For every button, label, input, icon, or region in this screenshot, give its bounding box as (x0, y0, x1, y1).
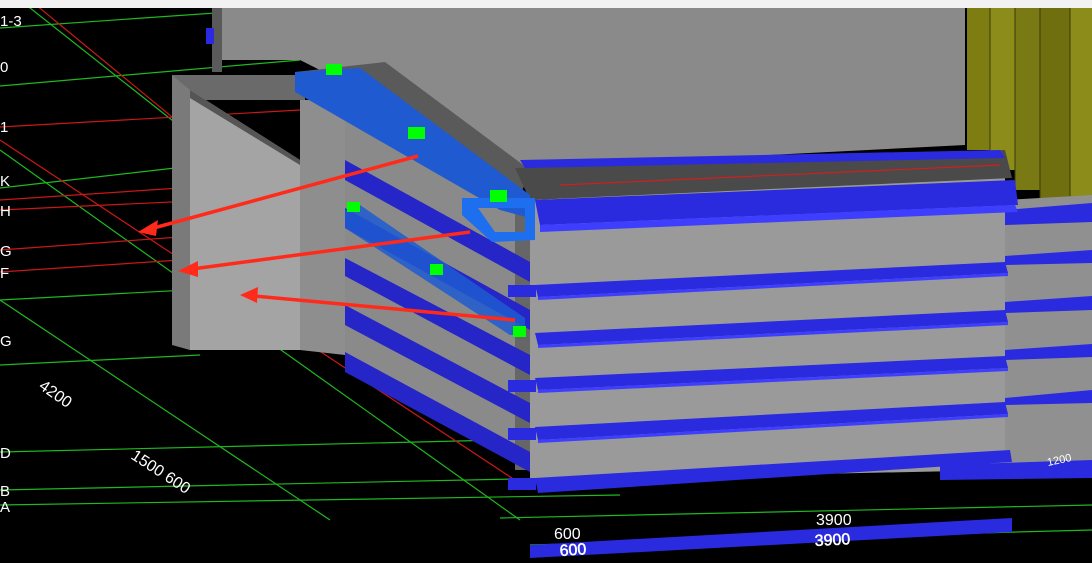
dimension-600-mirror: 600 (559, 541, 587, 558)
wall-stub (206, 28, 214, 44)
axis-label-K: K (0, 173, 10, 190)
axis-label-H: H (0, 203, 11, 220)
dimension-4200: 4200 (36, 377, 75, 411)
axis-label-D: D (0, 445, 11, 462)
axis-label-G2: G (0, 333, 12, 350)
grip-point (430, 264, 443, 275)
viewport-top-border (0, 0, 1092, 8)
axis-label-B: B (0, 483, 10, 500)
grip-point (408, 127, 425, 139)
axis-label-A: A (0, 499, 10, 516)
axis-label-top: 1-3 (0, 13, 22, 30)
grip-point (347, 202, 360, 212)
dimension-600: 600 (554, 526, 581, 543)
grip-point (326, 64, 342, 75)
dimension-3900: 3900 (816, 512, 852, 529)
right-wall-face-far (1005, 195, 1092, 470)
3d-scene[interactable]: 1200 1-3 0 1 K H G F G D B A 4200 1500 6… (0, 0, 1092, 560)
dimension-3900-mirror: 3900 (814, 531, 851, 550)
left-column-right[interactable] (300, 100, 345, 355)
model-viewport[interactable]: 1200 1-3 0 1 K H G F G D B A 4200 1500 6… (0, 0, 1092, 560)
grip-point (513, 326, 526, 337)
left-column-face[interactable] (172, 75, 190, 350)
axis-label-row-2: 1 (0, 119, 8, 136)
axis-label-F: F (0, 265, 9, 282)
axis-label-G1: G (0, 243, 12, 260)
axis-label-row-1: 0 (0, 59, 8, 76)
grip-point (490, 190, 507, 202)
dimension-1500-600: 1500 600 (128, 447, 193, 498)
